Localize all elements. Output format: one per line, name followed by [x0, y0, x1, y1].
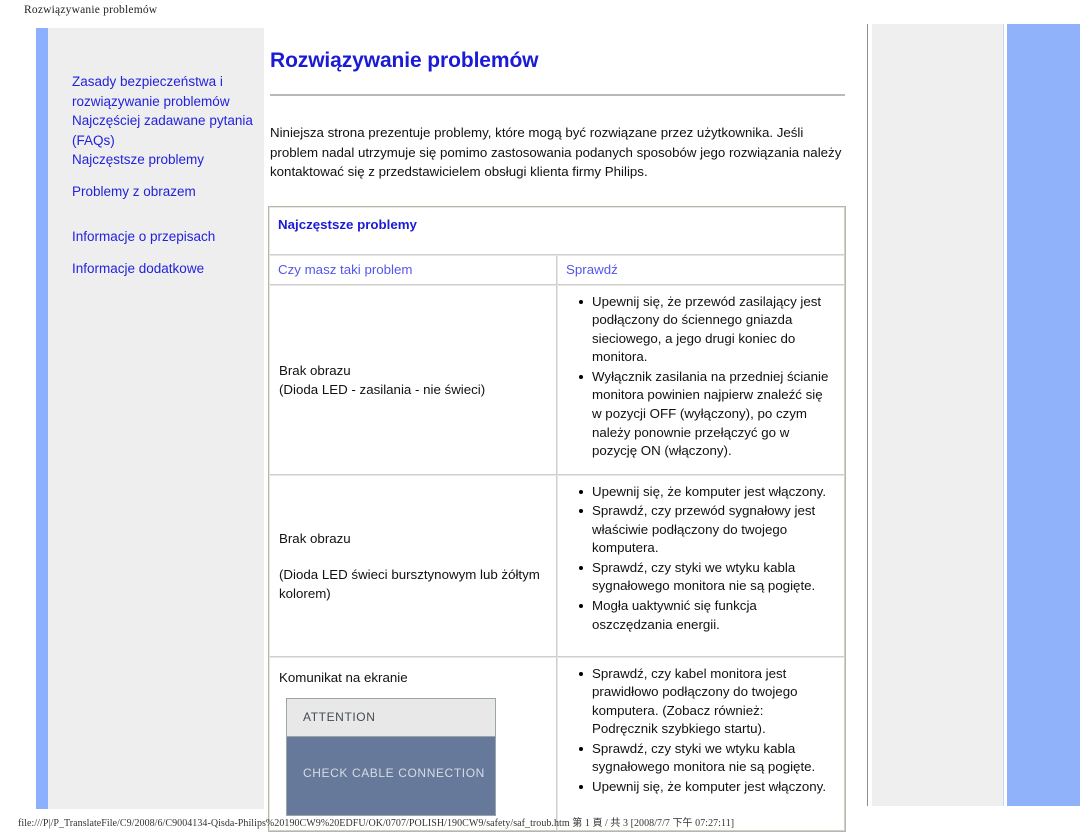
sidebar-item-regulatory-information[interactable]: Informacje o przepisach [72, 227, 254, 247]
right-blue-bar [1007, 24, 1080, 806]
osd-screen-area: CHECK CABLE CONNECTION [287, 737, 495, 815]
check-cell: Upewnij się, że przewód zasilający jest … [557, 284, 845, 475]
list-item: Upewnij się, że przewód zasilający jest … [579, 293, 832, 367]
column-header-check: Sprawdź [557, 254, 845, 285]
sidebar-navigation: Zasady bezpieczeństwa i rozwiązywanie pr… [36, 28, 264, 809]
sidebar-item-other-information[interactable]: Informacje dodatkowe [72, 259, 254, 279]
sidebar-item-imaging-problems[interactable]: Problemy z obrazem [72, 182, 254, 202]
sidebar-item-faqs[interactable]: Najczęściej zadawane pytania (FAQs) [72, 111, 254, 150]
table-row: Komunikat na ekranie ATTENTION CHECK CAB… [269, 656, 845, 831]
main-content: Rozwiązywanie problemów Niniejsza strona… [264, 24, 868, 832]
table-row: Brak obrazu (Dioda LED - zasilania - nie… [269, 284, 845, 475]
list-item: Wyłącznik zasilania na przedniej ścianie… [579, 368, 832, 461]
print-header-title: Rozwiązywanie problemów [24, 4, 158, 16]
osd-message-text: CHECK CABLE CONNECTION [303, 765, 485, 780]
table-row: Brak obrazu (Dioda LED świeci bursztynow… [269, 474, 845, 657]
list-item: Sprawdź, czy przewód sygnałowy jest właś… [579, 502, 832, 558]
table-column-header-row: Czy masz taki problem Sprawdź [269, 254, 845, 285]
list-item: Mogła uaktywnić się funkcja oszczędzania… [579, 597, 832, 634]
column-header-problem: Czy masz taki problem [269, 254, 557, 285]
check-cell: Upewnij się, że komputer jest włączony. … [557, 474, 845, 657]
problem-title: Brak obrazu [279, 362, 351, 378]
problem-cell: Brak obrazu (Dioda LED świeci bursztynow… [269, 474, 557, 657]
check-cell: Sprawdź, czy kabel monitora jest prawidł… [557, 656, 845, 831]
print-footer-path: file:///P|/P_TranslateFile/C9/2008/6/C90… [18, 818, 735, 829]
list-item: Upewnij się, że komputer jest włączony. [579, 778, 832, 797]
intro-paragraph: Niniejsza strona prezentuje problemy, kt… [270, 125, 842, 179]
list-item: Upewnij się, że komputer jest włączony. [579, 483, 832, 502]
common-problems-table: Najczęstsze problemy Czy masz taki probl… [268, 205, 846, 832]
check-list: Upewnij się, że przewód zasilający jest … [558, 293, 836, 461]
list-item: Sprawdź, czy kabel monitora jest prawidł… [579, 665, 832, 739]
title-divider [270, 94, 845, 96]
table-section-title: Najczęstsze problemy [269, 206, 845, 255]
sidebar-item-safety-troubleshooting[interactable]: Zasady bezpieczeństwa i rozwiązywanie pr… [72, 72, 254, 111]
list-item: Sprawdź, czy styki we wtyku kabla sygnał… [579, 559, 832, 596]
problem-cell: Brak obrazu (Dioda LED - zasilania - nie… [269, 284, 557, 475]
table-section-header-row: Najczęstsze problemy [269, 206, 845, 255]
problem-spacer [279, 548, 547, 565]
check-list: Sprawdź, czy kabel monitora jest prawidł… [558, 665, 836, 797]
list-item: Sprawdź, czy styki we wtyku kabla sygnał… [579, 740, 832, 777]
osd-attention-label: ATTENTION [287, 698, 495, 737]
check-list: Upewnij się, że komputer jest włączony. … [558, 483, 836, 635]
problem-title: Komunikat na ekranie [279, 669, 408, 685]
document-page: Zasady bezpieczeństwa i rozwiązywanie pr… [0, 24, 1080, 832]
page-title: Rozwiązywanie problemów [270, 49, 539, 72]
right-gray-panel [872, 24, 1004, 806]
sidebar-item-common-problems[interactable]: Najczęstsze problemy [72, 150, 254, 170]
problem-title: Brak obrazu [279, 530, 351, 546]
osd-message-graphic: ATTENTION CHECK CABLE CONNECTION [286, 697, 496, 816]
problem-cell: Komunikat na ekranie ATTENTION CHECK CAB… [269, 656, 557, 831]
problem-subtitle: (Dioda LED świeci bursztynowym lub żółty… [279, 566, 540, 601]
problem-subtitle: (Dioda LED - zasilania - nie świeci) [279, 381, 486, 397]
